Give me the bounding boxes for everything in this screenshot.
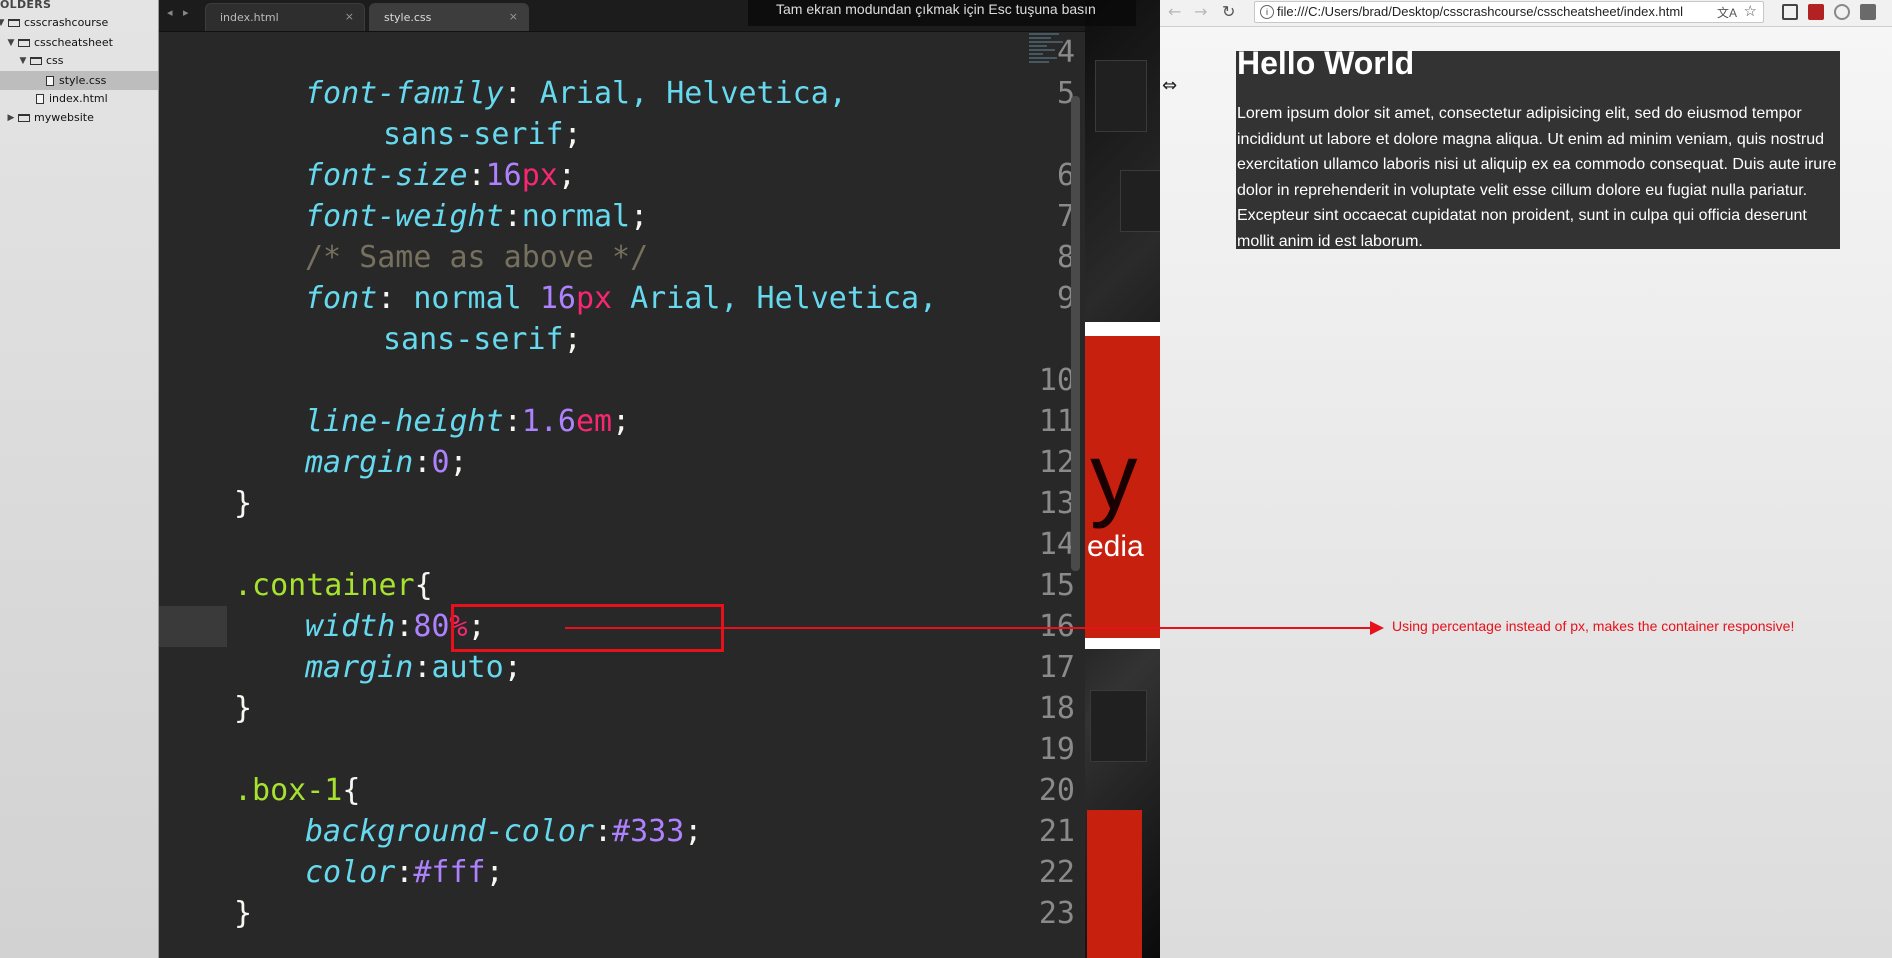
file-icon [46, 75, 54, 86]
extension-gray-icon[interactable] [1860, 4, 1876, 20]
sidebar-item-mywebsite[interactable]: ▶ mywebsite [6, 108, 158, 127]
sidebar-item-label: index.html [49, 92, 108, 105]
bookmark-star-icon[interactable]: ☆ [1744, 2, 1757, 20]
browser-window: ← → ↻ i file:///C:/Users/brad/Desktop/cs… [1160, 0, 1892, 958]
folder-open-icon [18, 38, 30, 47]
code-line: sans-serif; [383, 322, 582, 357]
translate-icon[interactable]: 文A [1717, 4, 1737, 21]
chevron-right-icon[interactable]: ▶ [6, 113, 16, 123]
sidebar-item-label: csscrashcourse [24, 16, 109, 29]
chevron-down-icon[interactable]: ▼ [0, 18, 6, 28]
line-number: 6 [1056, 158, 1075, 193]
code-line: .container{ [234, 568, 433, 603]
annotation-arrow-line [565, 627, 1373, 629]
extension-react-icon[interactable] [1834, 4, 1850, 20]
sidebar-item-csscheatsheet[interactable]: ▼ csscheatsheet [6, 33, 158, 52]
code-line: } [234, 691, 253, 726]
sidebar-item-css[interactable]: ▼ css [18, 51, 158, 70]
sidebar-item-style-css[interactable]: style.css [0, 71, 158, 90]
url-text[interactable]: file:///C:/Users/brad/Desktop/csscrashco… [1277, 4, 1683, 19]
sidebar: OLDERS ▼ csscrashcourse ▼ csscheatsheet … [0, 0, 159, 958]
box-1: Hello World Lorem ipsum dolor sit amet, … [1236, 45, 1840, 250]
tab-nav-forward-icon[interactable]: ▸ [183, 6, 189, 19]
line-number: 13 [1038, 486, 1075, 521]
code-line: font-size:16px; [305, 158, 576, 193]
code-line: line-height:1.6em; [305, 404, 631, 439]
address-bar[interactable]: i file:///C:/Users/brad/Desktop/csscrash… [1254, 1, 1764, 23]
sidebar-item-label: style.css [59, 74, 107, 87]
line-gutter [159, 31, 227, 958]
forward-arrow-icon[interactable]: → [1194, 2, 1207, 21]
line-number: 9 [1056, 281, 1075, 316]
file-icon [36, 93, 44, 104]
close-icon[interactable]: × [345, 10, 354, 23]
page-viewport: Hello World Lorem ipsum dolor sit amet, … [1160, 27, 1892, 958]
code-line: margin:auto; [305, 650, 522, 685]
sidebar-item-label: csscheatsheet [34, 36, 113, 49]
code-line: } [234, 896, 253, 931]
line-number: 23 [1038, 896, 1075, 931]
line-number: 12 [1038, 445, 1075, 480]
code-comment: /* Same as above */ [305, 240, 649, 275]
page-heading: Hello World [1237, 45, 1415, 81]
line-number: 17 [1038, 650, 1075, 685]
chevron-down-icon[interactable]: ▼ [6, 38, 16, 48]
code-editor[interactable]: ◂ ▸ index.html × style.css × 4 5 6 7 8 9… [159, 0, 1085, 958]
resize-cursor-icon: ⇔ [1162, 75, 1178, 96]
wallpaper-logo-text: edia [1087, 530, 1144, 563]
line-number: 18 [1038, 691, 1075, 726]
tab-label: index.html [220, 11, 279, 24]
wallpaper-red-block [1087, 810, 1142, 958]
line-number: 20 [1038, 773, 1075, 808]
info-icon[interactable]: i [1260, 5, 1274, 19]
code-line: font-family: Arial, Helvetica, [305, 76, 847, 111]
tab-label: style.css [384, 11, 432, 24]
line-number: 7 [1056, 199, 1075, 234]
code-line: background-color:#333; [305, 814, 703, 849]
code-line: margin:0; [305, 445, 468, 480]
browser-toolbar: ← → ↻ i file:///C:/Users/brad/Desktop/cs… [1160, 0, 1892, 27]
fullscreen-notice: Tam ekran modundan çıkmak için Esc tuşun… [748, 0, 1136, 26]
minimap[interactable] [1029, 31, 1069, 91]
page-paragraph: Lorem ipsum dolor sit amet, consectetur … [1237, 105, 1837, 250]
tab-index-html[interactable]: index.html × [205, 3, 365, 31]
line-number: 14 [1038, 527, 1075, 562]
code-line: sans-serif; [383, 117, 582, 152]
reload-icon[interactable]: ↻ [1222, 2, 1235, 21]
folder-open-icon [30, 56, 42, 65]
sidebar-item-csscrashcourse[interactable]: ▼ csscrashcourse [0, 13, 154, 32]
tab-nav-back-icon[interactable]: ◂ [167, 6, 173, 19]
line-number: 22 [1038, 855, 1075, 890]
code-line: font: normal 16px Arial, Helvetica, [305, 281, 938, 316]
sidebar-item-index-html[interactable]: index.html [0, 89, 158, 108]
annotation-arrow-head-icon [1370, 621, 1384, 635]
back-arrow-icon[interactable]: ← [1168, 2, 1181, 21]
line-number: 15 [1038, 568, 1075, 603]
sidebar-item-label: mywebsite [34, 111, 94, 124]
annotation-text: Using percentage instead of px, makes th… [1392, 618, 1795, 634]
extension-red-icon[interactable] [1808, 4, 1824, 20]
code-line: } [234, 486, 253, 521]
tab-style-css[interactable]: style.css × [369, 3, 529, 31]
line-number: 10 [1038, 363, 1075, 398]
code-line: color:#fff; [305, 855, 504, 890]
sidebar-header: OLDERS [0, 0, 52, 11]
folder-open-icon [8, 18, 20, 27]
code-line: font-weight:normal; [305, 199, 649, 234]
code-line: .box-1{ [234, 773, 361, 808]
folder-icon [18, 113, 30, 122]
current-line-highlight [159, 606, 227, 647]
line-number: 11 [1038, 404, 1075, 439]
line-number: 19 [1038, 732, 1075, 767]
chevron-down-icon[interactable]: ▼ [18, 56, 28, 66]
extension-window-icon[interactable] [1782, 4, 1798, 20]
sidebar-item-label: css [46, 54, 64, 67]
close-icon[interactable]: × [509, 10, 518, 23]
vertical-scrollbar[interactable] [1071, 96, 1080, 571]
line-number: 8 [1056, 240, 1075, 275]
line-number: 21 [1038, 814, 1075, 849]
